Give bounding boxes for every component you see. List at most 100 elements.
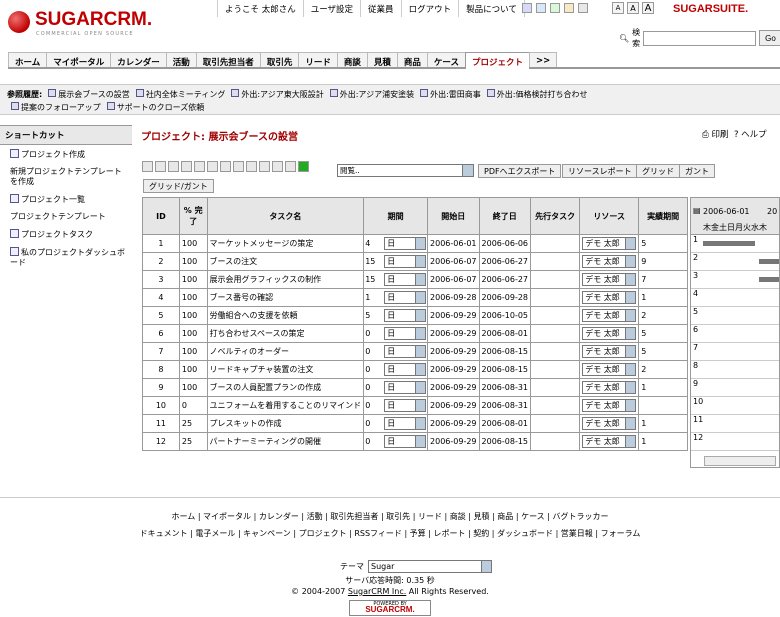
actual-duration-cell[interactable]: 1 [638,288,688,307]
resource-cell[interactable]: デモ 太郎 [579,396,640,415]
start-date-cell[interactable]: 2006-06-07 [427,252,480,271]
resource-cell-select[interactable]: デモ 太郎 [582,435,637,448]
color-swatch[interactable] [578,3,588,13]
predecessor-cell[interactable] [530,270,581,289]
task-id-cell[interactable]: 7 [142,342,180,361]
duration-value[interactable]: 0 [365,365,385,374]
task-name-cell[interactable]: 打ち合わせスペースの策定 [206,324,365,343]
percent-complete-cell[interactable]: 100 [178,378,208,397]
percent-complete-cell[interactable]: 100 [178,360,208,379]
resource-cell-select[interactable]: デモ 太郎 [582,417,637,430]
tab-more[interactable]: >> [528,52,558,67]
gantt-task-bar[interactable] [703,241,755,246]
resource-cell-select[interactable]: デモ 太郎 [582,399,637,412]
actual-duration-cell[interactable]: 5 [638,324,688,343]
task-name-cell[interactable]: ブースの注文 [206,252,365,271]
task-id-cell[interactable]: 10 [142,396,180,415]
resource-cell-select[interactable]: デモ 太郎 [582,273,637,286]
indent-icon[interactable] [155,161,166,172]
predecessor-cell[interactable] [530,324,581,343]
percent-complete-cell[interactable]: 100 [178,270,208,289]
gantt-view-button[interactable]: ガント [679,164,715,178]
duration-unit-select[interactable]: 日 [384,381,427,394]
history-item[interactable]: 社内全体ミーティング [146,89,226,100]
search-go-button[interactable]: Go [759,30,780,46]
duration-cell[interactable]: 0日 [363,378,429,397]
task-name-cell[interactable]: ユニフォームを着用することのリマインド [206,396,365,415]
gantt-scrollbar[interactable] [704,456,776,466]
tab-cases[interactable]: ケース [426,52,466,68]
task-id-cell[interactable]: 12 [142,432,180,451]
percent-complete-cell[interactable]: 100 [178,324,208,343]
task-id-cell[interactable]: 5 [142,306,180,325]
table-row[interactable]: 1 100 マーケットメッセージの策定 4 日 2006-06-01 2006-06-06 デ… [142,234,688,253]
task-name-cell[interactable]: プレスキットの作成 [206,414,365,433]
end-date-cell[interactable]: 2006-08-01 [478,414,532,433]
resource-cell[interactable]: デモ 太郎 [579,306,640,325]
duration-cell[interactable]: 1日 [363,288,429,307]
history-item[interactable]: 外出:価格検討打ち合わせ [497,89,588,100]
export-pdf-button[interactable]: PDFへエクスポート [478,164,562,178]
duration-cell[interactable]: 0日 [363,324,429,343]
duration-value[interactable]: 0 [365,329,385,338]
table-row[interactable]: 6 100 打ち合わせスペースの策定 0 日 2006-09-29 2006-08-01 デモ… [142,324,688,343]
duration-unit-select[interactable]: 日 [384,291,427,304]
predecessor-cell[interactable] [530,378,581,397]
end-date-cell[interactable]: 2006-06-27 [478,252,532,271]
grid-view-button[interactable]: グリッド [636,164,680,178]
duration-unit-select[interactable]: 日 [384,309,427,322]
percent-complete-cell[interactable]: 0 [178,396,208,415]
font-size-medium-button[interactable]: A [627,2,639,14]
task-name-cell[interactable]: ノベルティのオーダー [206,342,365,361]
task-id-cell[interactable]: 1 [142,234,180,253]
resource-cell[interactable]: デモ 太郎 [579,432,640,451]
end-date-cell[interactable]: 2006-08-15 [478,432,532,451]
end-date-cell[interactable]: 2006-10-05 [478,306,532,325]
tab-home[interactable]: ホーム [8,52,48,68]
table-row[interactable]: 7 100 ノベルティのオーダー 0 日 2006-09-29 2006-08-15 デモ 太… [142,342,688,361]
resource-cell[interactable]: デモ 太郎 [579,378,640,397]
resource-cell[interactable]: デモ 太郎 [579,414,640,433]
shortcut-create-template[interactable]: 新規プロジェクトテンプレートを作成 [0,163,132,190]
logout-link[interactable]: ログアウト [402,0,460,17]
actual-duration-cell[interactable]: 1 [638,432,688,451]
duration-unit-select[interactable]: 日 [384,399,427,412]
resource-cell-select[interactable]: デモ 太郎 [582,327,637,340]
history-item[interactable]: 外出:雷田商事 [430,89,481,100]
end-date-cell[interactable]: 2006-09-28 [478,288,532,307]
task-id-cell[interactable]: 6 [142,324,180,343]
percent-complete-cell[interactable]: 100 [178,306,208,325]
actual-duration-cell[interactable]: 5 [638,234,688,253]
actual-duration-cell[interactable]: 7 [638,270,688,289]
table-row[interactable]: 10 0 ユニフォームを着用することのリマインド 0 日 2006-09-29 2006-0… [142,396,688,415]
task-name-cell[interactable]: マーケットメッセージの策定 [206,234,365,253]
duration-value[interactable]: 4 [365,239,385,248]
theme-select[interactable]: Sugar [368,560,492,573]
end-date-cell[interactable]: 2006-08-31 [478,378,532,397]
duration-unit-select[interactable]: 日 [384,363,427,376]
start-date-cell[interactable]: 2006-09-29 [427,360,480,379]
unlink-icon[interactable] [246,161,257,172]
predecessor-cell[interactable] [530,342,581,361]
duration-cell[interactable]: 15 日 [363,252,429,271]
task-name-cell[interactable]: 労働組合への支援を依頼 [206,306,365,325]
duration-value[interactable]: 0 [365,347,385,356]
end-date-cell[interactable]: 2006-08-31 [478,396,532,415]
actual-duration-cell[interactable]: 9 [638,252,688,271]
tab-my-portal[interactable]: マイポータル [46,52,112,68]
employees-link[interactable]: 従業員 [361,0,402,17]
table-row[interactable]: 5 100 労働組合への支援を依頼 5 日 2006-09-29 2006-10-05 デモ … [142,306,688,325]
table-row[interactable]: 4 100 ブース番号の確認 1 日 2006-09-28 2006-09-28 デモ 太郎 1 [142,288,688,307]
table-row[interactable]: 9 100 ブースの人員配置プランの作成 0 日 2006-09-29 2006-08-31… [142,378,688,397]
table-row[interactable]: 11 25 プレスキットの作成 0 日 2006-09-29 2006-08-01 デモ 太郎… [142,414,688,433]
actual-duration-cell[interactable]: 2 [638,306,688,325]
start-date-cell[interactable]: 2006-09-29 [427,378,480,397]
help-link[interactable]: ヘルプ [741,130,767,140]
tab-calendar[interactable]: カレンダー [110,52,167,68]
table-row[interactable]: 2 100 ブースの注文 15 日 2006-06-07 2006-06-27 デモ 太郎 9 [142,252,688,271]
actual-duration-cell[interactable]: 5 [638,342,688,361]
save-icon[interactable] [259,161,270,172]
task-name-cell[interactable]: 展示会用グラフィックスの制作 [206,270,365,289]
copy-icon[interactable] [181,161,192,172]
predecessor-cell[interactable] [530,432,581,451]
